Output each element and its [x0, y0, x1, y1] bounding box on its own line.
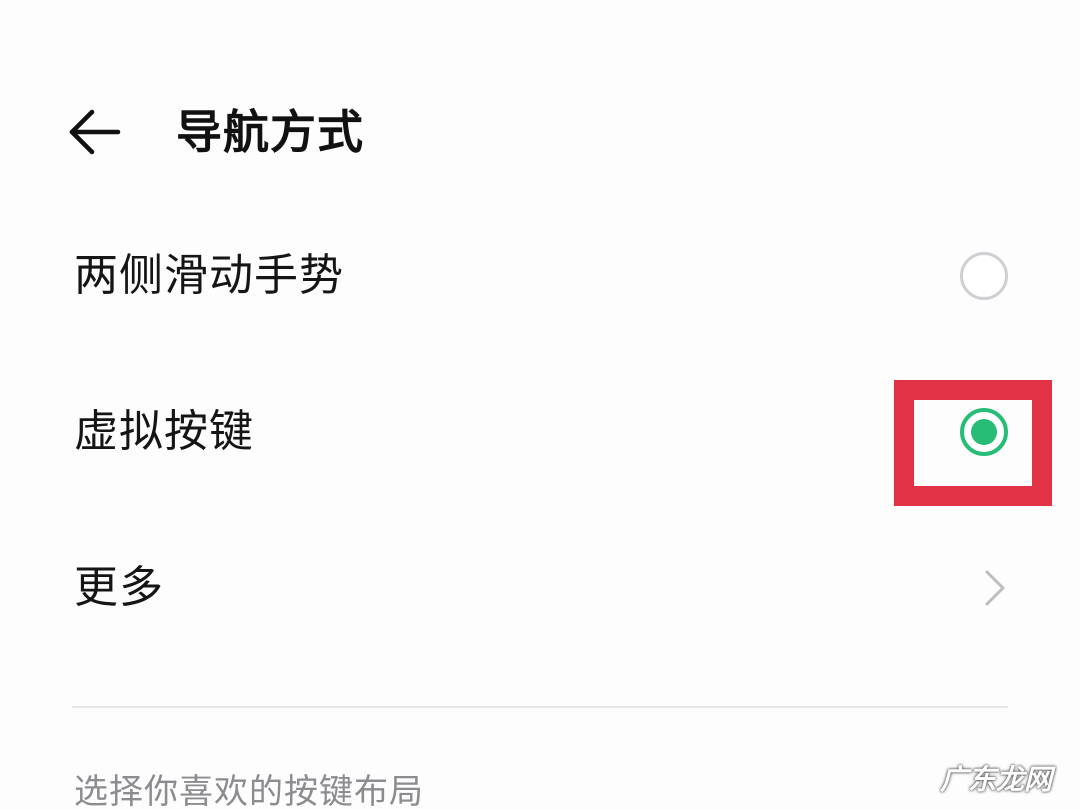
page-title: 导航方式	[176, 105, 364, 159]
option-row-more[interactable]: 更多	[0, 528, 1080, 648]
option-row-side-swipe-gestures[interactable]: 两侧滑动手势	[0, 216, 1080, 336]
navigation-settings-screen: 导航方式 两侧滑动手势 虚拟按键 更多 选择你喜欢的按键布局 广东龙网	[0, 0, 1080, 810]
arrow-left-icon	[69, 109, 121, 155]
section-header: 选择你喜欢的按键布局	[74, 772, 424, 810]
divider	[72, 706, 1008, 708]
watermark: 广东龙网	[940, 763, 1053, 796]
option-label: 两侧滑动手势	[74, 250, 344, 301]
back-button[interactable]	[60, 102, 130, 162]
page-header: 导航方式	[0, 90, 1080, 180]
option-label: 虚拟按键	[74, 406, 254, 457]
radio-button-unselected[interactable]	[960, 252, 1008, 300]
chevron-right-icon	[985, 570, 1005, 606]
annotation-highlight-box	[894, 380, 1052, 506]
option-label: 更多	[74, 562, 164, 613]
